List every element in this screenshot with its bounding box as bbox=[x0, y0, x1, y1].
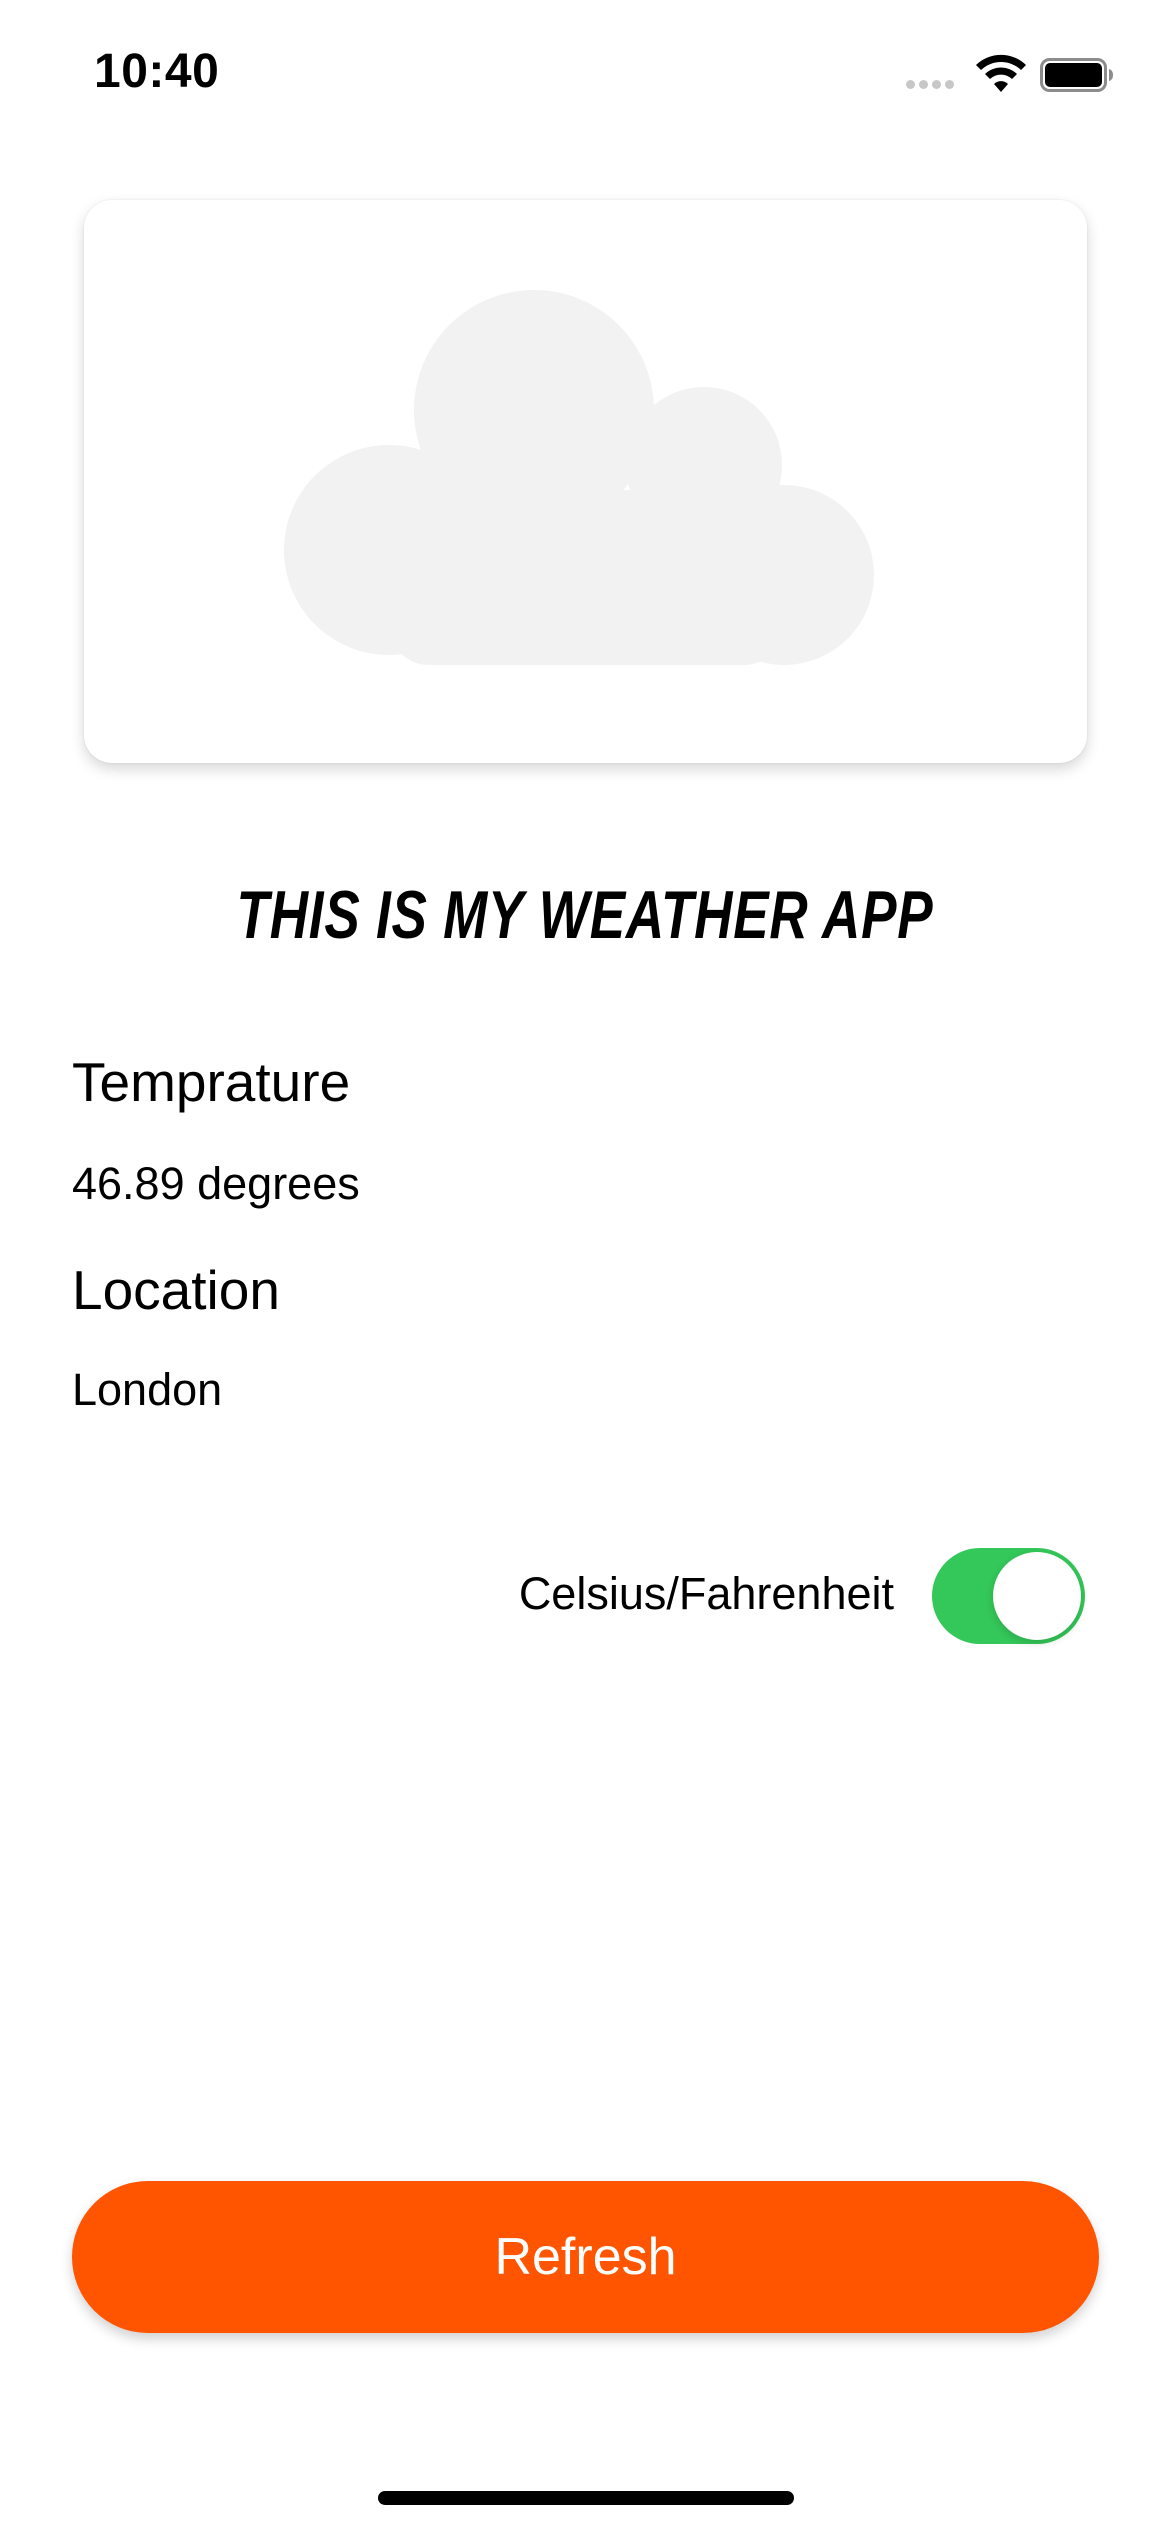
wifi-icon bbox=[976, 54, 1026, 92]
status-time: 10:40 bbox=[94, 45, 220, 98]
weather-image-card bbox=[84, 200, 1087, 763]
location-value: London bbox=[72, 1364, 223, 1415]
toggle-knob bbox=[993, 1552, 1081, 1640]
temperature-value: 46.89 degrees bbox=[72, 1158, 360, 1209]
app-title: THIS IS MY WEATHER APP bbox=[236, 877, 934, 953]
weather-screen: 10:40 THIS IS MY WEATHER APP Temprature … bbox=[0, 0, 1170, 2532]
unit-toggle-label: Celsius/Fahrenheit bbox=[518, 1568, 894, 1619]
refresh-button[interactable]: Refresh bbox=[72, 2181, 1099, 2333]
battery-icon bbox=[1040, 58, 1113, 92]
location-label: Location bbox=[72, 1259, 280, 1321]
temperature-label: Temprature bbox=[72, 1051, 351, 1113]
unit-toggle-switch[interactable] bbox=[932, 1548, 1085, 1644]
home-indicator[interactable] bbox=[378, 2491, 794, 2505]
cellular-signal-icon bbox=[906, 80, 958, 90]
cloud-icon bbox=[284, 290, 874, 665]
